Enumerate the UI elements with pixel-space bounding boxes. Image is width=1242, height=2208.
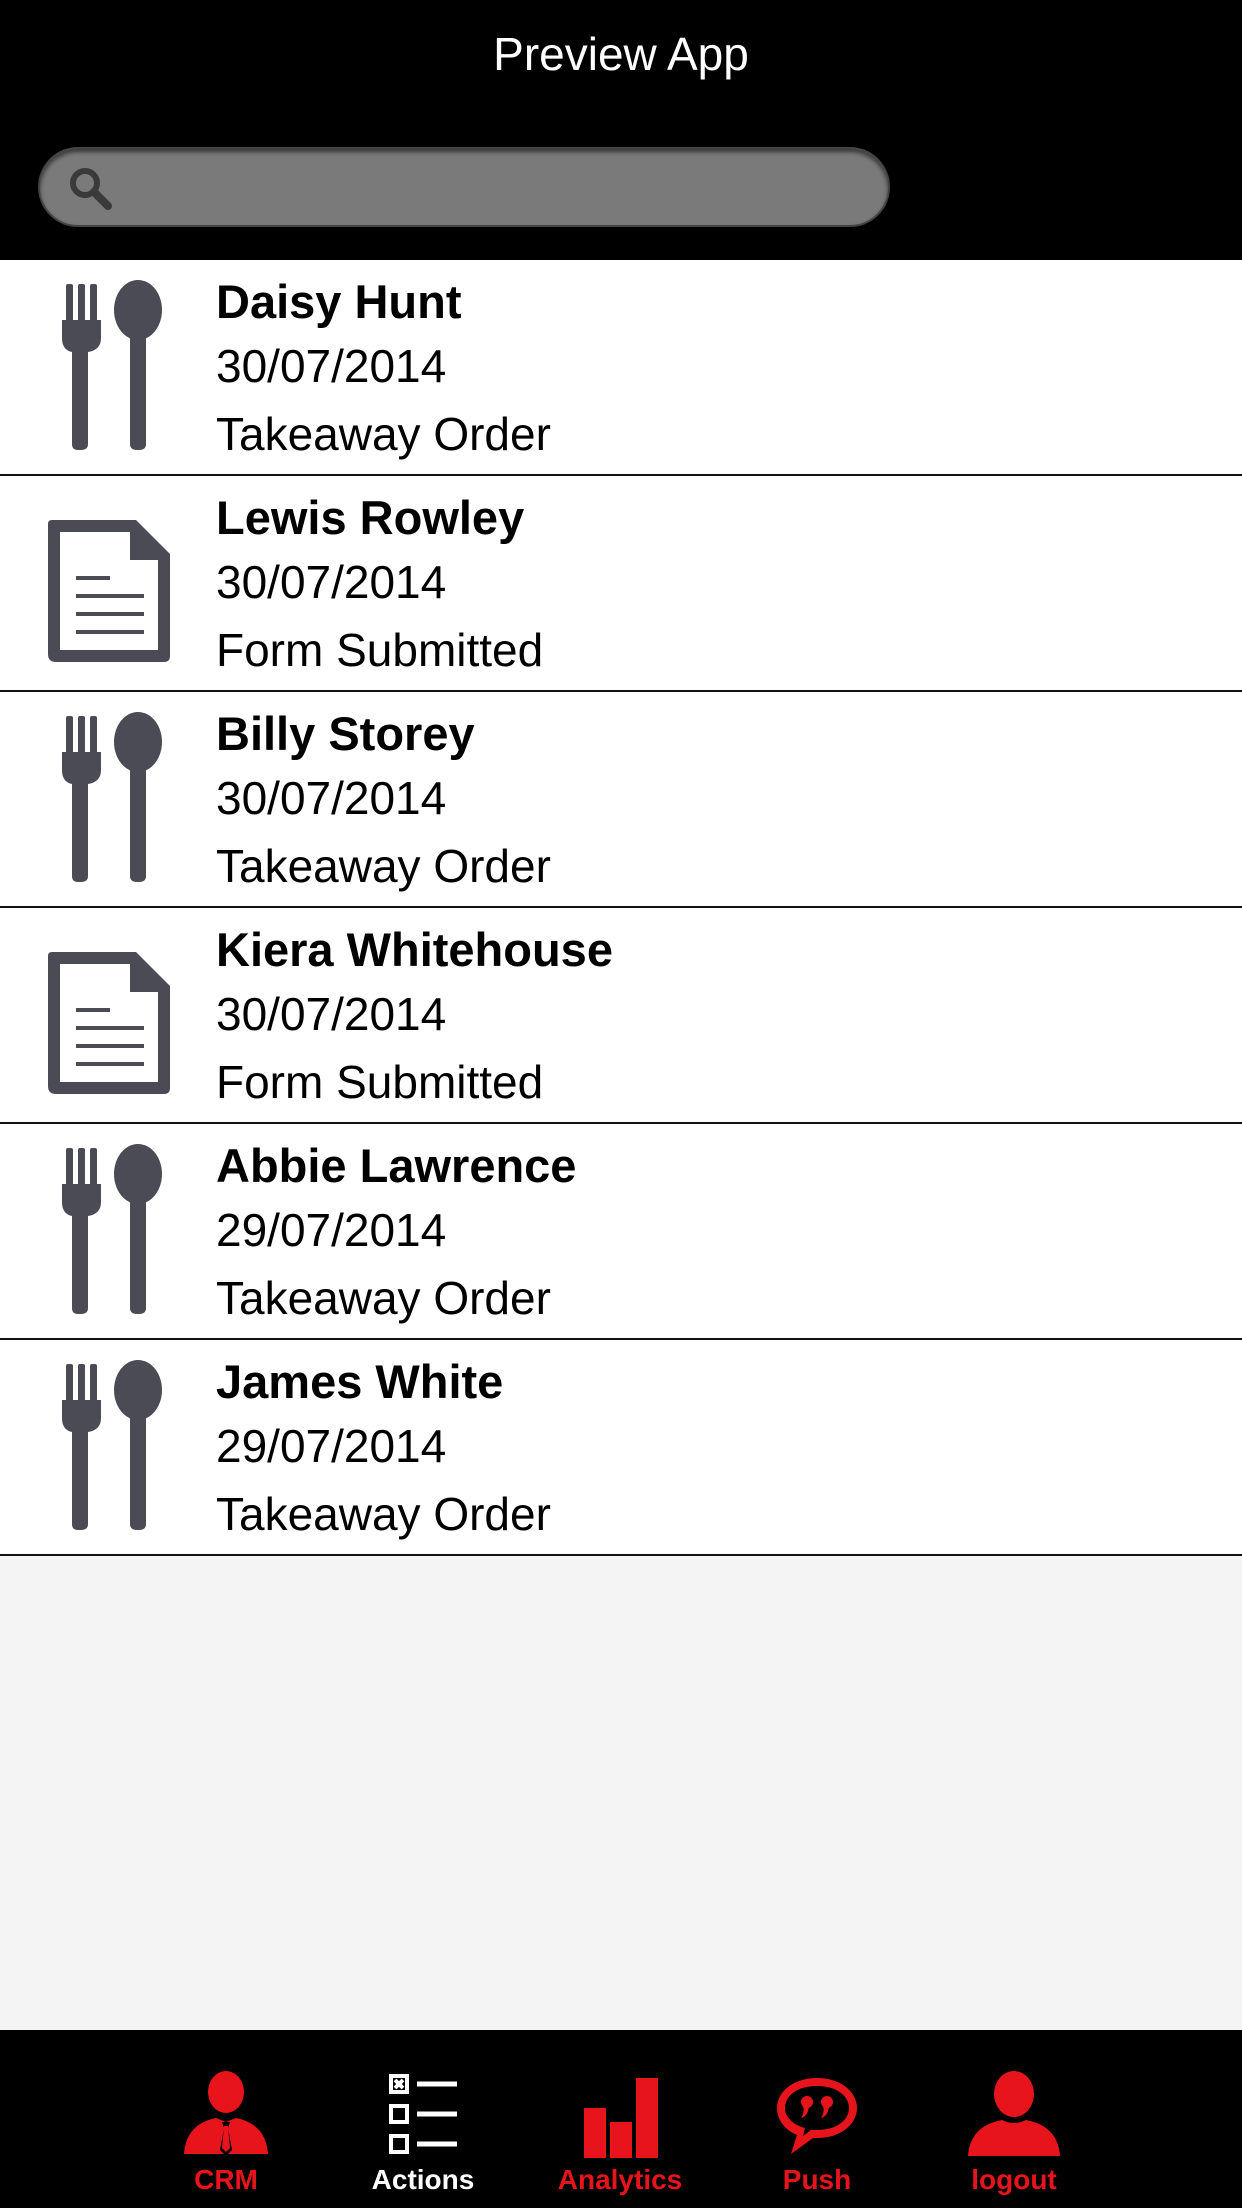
tab-label: CRM (194, 2164, 258, 2195)
tab-label: Analytics (557, 2164, 683, 2195)
list-item[interactable]: James White 29/07/2014 Takeaway Order (0, 1340, 1242, 1556)
cutlery-icon (62, 1144, 162, 1314)
list-item[interactable]: Daisy Hunt 30/07/2014 Takeaway Order (0, 260, 1242, 476)
cutlery-icon (62, 1360, 162, 1530)
item-name: Lewis Rowley (216, 491, 525, 544)
item-date: 30/07/2014 (216, 988, 447, 1040)
page-title: Preview App (493, 28, 749, 80)
tab-bar: CRM Actions Analytics Push logout (0, 2030, 1242, 2208)
person-tie-icon (184, 2071, 268, 2156)
item-type: Takeaway Order (216, 1488, 551, 1540)
tab-actions[interactable]: Actions (325, 2030, 521, 2208)
speech-bubble-icon (777, 2078, 857, 2154)
bar-chart-icon (584, 2078, 658, 2158)
item-type: Takeaway Order (216, 1272, 551, 1324)
tab-label: Push (782, 2164, 852, 2195)
list-item[interactable]: Billy Storey 30/07/2014 Takeaway Order (0, 692, 1242, 908)
item-type: Form Submitted (216, 624, 544, 676)
item-name: Daisy Hunt (216, 275, 462, 328)
list-item[interactable]: Abbie Lawrence 29/07/2014 Takeaway Order (0, 1124, 1242, 1340)
tab-crm[interactable]: CRM (128, 2030, 324, 2208)
top-bar: Preview App (0, 0, 1242, 260)
item-type: Takeaway Order (216, 408, 551, 460)
document-icon (48, 952, 170, 1094)
item-name: Billy Storey (216, 707, 475, 760)
tab-label: Actions (371, 2164, 475, 2195)
search-input[interactable] (130, 149, 874, 227)
item-name: Kiera Whitehouse (216, 923, 613, 976)
tab-push[interactable]: Push (719, 2030, 915, 2208)
item-date: 30/07/2014 (216, 556, 447, 608)
search-bar[interactable] (38, 147, 890, 227)
tab-logout[interactable]: logout (916, 2030, 1112, 2208)
item-date: 30/07/2014 (216, 340, 447, 392)
search-icon (70, 168, 112, 210)
item-date: 30/07/2014 (216, 772, 447, 824)
item-name: Abbie Lawrence (216, 1139, 577, 1192)
tab-label: logout (971, 2164, 1057, 2195)
item-type: Takeaway Order (216, 840, 551, 892)
item-name: James White (216, 1355, 504, 1408)
item-date: 29/07/2014 (216, 1204, 447, 1256)
item-type: Form Submitted (216, 1056, 544, 1108)
list-item[interactable]: Kiera Whitehouse 30/07/2014 Form Submitt… (0, 908, 1242, 1124)
tab-analytics[interactable]: Analytics (522, 2030, 718, 2208)
item-date: 29/07/2014 (216, 1420, 447, 1472)
cutlery-icon (62, 712, 162, 882)
cutlery-icon (62, 280, 162, 450)
activity-list: Daisy Hunt 30/07/2014 Takeaway Order Lew… (0, 260, 1242, 1556)
document-icon (48, 520, 170, 662)
checklist-icon (389, 2074, 457, 2154)
list-item[interactable]: Lewis Rowley 30/07/2014 Form Submitted (0, 476, 1242, 692)
user-icon (968, 2071, 1060, 2156)
